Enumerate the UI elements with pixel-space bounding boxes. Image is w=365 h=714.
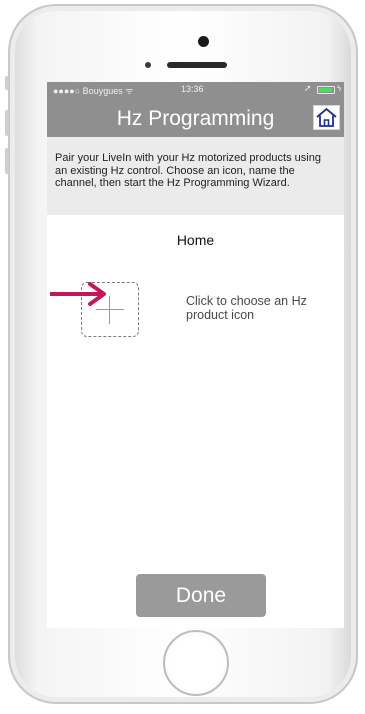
app-screen: ●●●●○ Bouygues ᯤ 13:36 ➚ ϟ Hz Programmin…: [47, 82, 344, 628]
volume-button: [5, 148, 9, 174]
carrier-signal: ●●●●○ Bouygues ᯤ: [53, 86, 134, 96]
annotation-arrow-icon: [50, 282, 106, 306]
battery-icon: [317, 86, 335, 94]
choose-icon-hint: Click to choose an Hz product icon: [186, 294, 307, 322]
nav-bar: Hz Programming: [47, 98, 344, 137]
done-button[interactable]: Done: [136, 574, 266, 617]
status-bar: ●●●●○ Bouygues ᯤ 13:36 ➚ ϟ: [47, 82, 344, 98]
intro-text: Pair your LiveIn with your Hz motorized …: [47, 137, 344, 215]
location-icon: ➚: [304, 83, 312, 93]
earpiece-speaker: [167, 62, 227, 68]
room-name: Home: [176, 232, 215, 248]
phone-home-button[interactable]: [163, 630, 229, 696]
home-icon: [316, 107, 337, 127]
front-camera: [198, 36, 209, 47]
mute-switch: [5, 76, 9, 90]
home-nav-button[interactable]: [313, 105, 340, 130]
volume-button: [5, 110, 9, 136]
charging-icon: ϟ: [337, 84, 342, 93]
clock: 13:36: [181, 84, 204, 94]
battery-level: [319, 88, 332, 92]
page-title: Hz Programming: [116, 107, 275, 130]
proximity-sensor: [145, 62, 151, 68]
